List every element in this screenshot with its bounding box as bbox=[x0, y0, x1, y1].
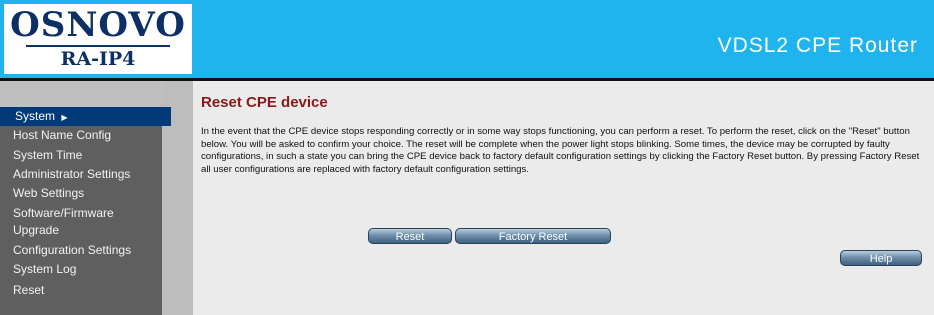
sidebar-section-label: System bbox=[15, 109, 56, 123]
header: OSNOVO RA-IP4 VDSL2 CPE Router bbox=[0, 0, 934, 78]
sidebar-item-web-settings[interactable]: Web Settings bbox=[13, 185, 84, 201]
logo-main-text: OSNOVO bbox=[10, 5, 186, 45]
help-button[interactable]: Help bbox=[840, 250, 922, 266]
logo-divider bbox=[26, 45, 170, 47]
sidebar-item-system-time[interactable]: System Time bbox=[13, 147, 82, 163]
reset-button[interactable]: Reset bbox=[368, 228, 452, 244]
main-content: Reset CPE device In the event that the C… bbox=[193, 81, 934, 315]
sidebar-item-reset[interactable]: Reset bbox=[13, 282, 44, 298]
factory-reset-button[interactable]: Factory Reset bbox=[455, 228, 611, 244]
sidebar-top-spacer bbox=[0, 81, 171, 107]
sidebar-item-administrator-settings[interactable]: Administrator Settings bbox=[13, 166, 130, 182]
sidebar-item-upgrade[interactable]: Upgrade bbox=[13, 222, 59, 238]
page-title: Reset CPE device bbox=[201, 94, 328, 111]
logo-model-text: RA-IP4 bbox=[60, 48, 136, 70]
sidebar-item-software-firmware[interactable]: Software/Firmware bbox=[13, 205, 114, 221]
sidebar-item-configuration-settings[interactable]: Configuration Settings bbox=[13, 242, 131, 258]
reset-description: In the event that the CPE device stops r… bbox=[201, 126, 920, 175]
product-title: VDSL2 CPE Router bbox=[717, 34, 918, 57]
logo: OSNOVO RA-IP4 bbox=[4, 4, 192, 74]
caret-right-icon: ▶ bbox=[61, 113, 68, 122]
sidebar-item-host-name-config[interactable]: Host Name Config bbox=[13, 127, 111, 143]
sidebar-section-system[interactable]: System ▶ bbox=[0, 107, 171, 126]
sidebar-item-system-log[interactable]: System Log bbox=[13, 261, 76, 277]
